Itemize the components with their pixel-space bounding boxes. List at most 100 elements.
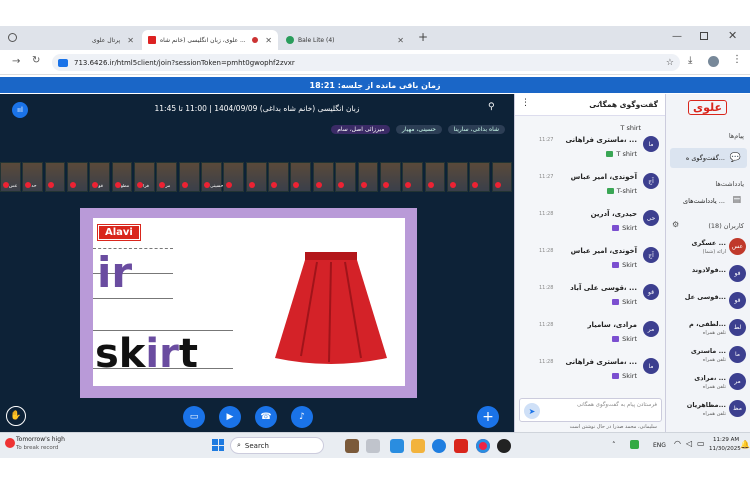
webcam-thumbnail[interactable] (379, 162, 401, 192)
webcam-strip: عس حد قو مطو فرا مر حسینی (0, 162, 514, 194)
webcam-thumbnail[interactable] (312, 162, 334, 192)
presenter-chip[interactable]: شاه بداغی، سارینا (447, 125, 505, 134)
windows-start-icon[interactable] (212, 439, 224, 451)
webcam-thumbnail[interactable] (357, 162, 379, 192)
send-icon[interactable]: ➤ (524, 403, 540, 419)
maximize-icon[interactable] (700, 32, 708, 40)
url-text: 713.6426.ir/html5client/join?sessionToke… (74, 58, 295, 67)
minimize-icon[interactable]: — (672, 31, 682, 42)
webcam-thumbnail[interactable]: مر (156, 162, 178, 192)
profile-avatar[interactable] (708, 56, 719, 67)
clock-date[interactable]: 11/30/2025 (709, 446, 741, 452)
webcam-thumbnail[interactable] (245, 162, 267, 192)
media-player-icon[interactable] (497, 439, 511, 453)
word-part-highlight: ir (145, 331, 179, 377)
user-list-item[interactable]: عس عسگری ... (شما) ارائه (670, 236, 748, 262)
phone-button[interactable]: ☎ (255, 406, 277, 428)
chat-avatar: مر (643, 321, 659, 337)
tab-portal[interactable]: پرتال علوی ✕ (22, 30, 140, 50)
chevron-left-icon[interactable]: ‹ (598, 98, 602, 108)
add-user-icon[interactable]: ⚲ (488, 102, 495, 112)
webcam-thumbnail[interactable] (44, 162, 66, 192)
mic-muted-icon (427, 182, 434, 188)
user-list-item[interactable]: فو فولادوند... (670, 263, 748, 289)
user-list-item[interactable]: ما ماستری ... تلفن همراه (670, 344, 748, 370)
chat-message: ما ماستری فراهانی، ... 11:27 T shirt (519, 134, 661, 168)
public-chat-item[interactable]: 💬 گفت‌وگوی ه... (670, 148, 747, 168)
emoji-icon (612, 225, 620, 231)
reload-icon[interactable]: ↻ (32, 55, 40, 66)
webcam-thumbnail[interactable] (223, 162, 245, 192)
app-copilot-icon[interactable] (390, 439, 404, 453)
close-icon[interactable]: ✕ (127, 36, 134, 45)
taskbar-search[interactable]: ⌕ Search (230, 437, 324, 454)
wifi-icon[interactable]: ◠ (674, 439, 681, 448)
new-tab-button[interactable]: + (418, 30, 428, 44)
forward-icon[interactable]: → (12, 56, 20, 67)
microphone-button[interactable]: ♪ (291, 406, 313, 428)
user-list-item[interactable]: لط لطفی، م... تلفن همراه (670, 317, 748, 343)
emoji-icon (612, 262, 620, 268)
language-indicator[interactable]: ENG (653, 442, 666, 449)
close-icon[interactable]: ✕ (397, 36, 404, 45)
webcam-thumbnail[interactable]: فرا (134, 162, 155, 192)
webcam-thumbnail[interactable]: مطو (111, 162, 133, 192)
emoji-icon (612, 336, 620, 342)
close-icon[interactable]: ✕ (265, 36, 272, 45)
webcam-thumbnail[interactable]: حد (22, 162, 44, 192)
close-window-icon[interactable]: ✕ (728, 29, 737, 42)
user-list-item[interactable]: قو قوسی عل... (670, 290, 748, 316)
download-icon[interactable]: ⤓ (688, 55, 692, 66)
webcam-thumbnail[interactable] (335, 162, 356, 192)
browser-menu-kebab-icon[interactable]: ⋮ (732, 54, 742, 65)
webcam-thumbnail[interactable] (290, 162, 312, 192)
app-photo-icon[interactable] (345, 439, 359, 453)
shared-notes-item[interactable]: ▤ یادداشت‌های ... (670, 192, 747, 210)
user-list-item[interactable]: مر مرادی، ... تلفن همراه (670, 371, 748, 397)
browser-menu-icon[interactable] (8, 33, 17, 42)
chat-time: 11:28 (539, 285, 554, 291)
app-red-icon[interactable] (454, 439, 468, 453)
gear-icon[interactable]: ⚙ (672, 220, 679, 229)
webcam-thumbnail[interactable] (469, 162, 490, 192)
chat-input-box[interactable]: ➤ فرستادن پیام به گفت‌وگوی همگانی (519, 398, 662, 422)
webcam-thumbnail[interactable] (178, 162, 200, 192)
raise-hand-icon[interactable]: ✋ (6, 406, 26, 426)
share-screen-button[interactable]: ▭ (183, 406, 205, 428)
bookmark-star-icon[interactable]: ☆ (666, 58, 674, 68)
edge-icon[interactable] (432, 439, 446, 453)
user-name: عسگری ... (691, 239, 726, 247)
clock-time[interactable]: 11:29 AM (713, 437, 739, 443)
user-list-item[interactable]: مظ مظاهریان... تلفن همراه (670, 398, 748, 424)
presenter-chip-active[interactable]: میرزائی اصل، سام (331, 125, 391, 134)
battery-icon[interactable]: ▭ (697, 439, 705, 448)
file-explorer-icon[interactable] (411, 439, 425, 453)
tray-app-icon[interactable] (630, 440, 639, 449)
webcam-thumbnail[interactable]: قو (89, 162, 111, 192)
webcam-thumbnail[interactable] (424, 162, 446, 192)
chevron-up-icon[interactable]: ˄ (612, 441, 616, 449)
webcam-thumbnail[interactable]: عس (0, 162, 21, 192)
chat-options-icon[interactable]: ⋮ (521, 98, 530, 108)
chat-message-body: Skirt (612, 335, 637, 343)
site-info-icon[interactable] (58, 58, 68, 67)
webcam-thumbnail[interactable] (402, 162, 423, 192)
webcam-thumbnail[interactable]: حسینی (201, 162, 223, 192)
app-settings-icon[interactable] (366, 439, 380, 453)
actions-plus-button[interactable]: + (477, 406, 499, 428)
presenter-chip[interactable]: حسینی، مهیار (395, 125, 443, 134)
weather-title[interactable]: Tomorrow's high (16, 436, 65, 443)
chrome-icon[interactable] (476, 439, 490, 453)
tab-bale[interactable]: Bale Lite (4) ✕ (280, 30, 410, 50)
tab-class[interactable]: علوی، زبان انگلیسی (خانم شاه ... ✕ (142, 30, 278, 50)
speaker-icon[interactable]: ◁ (686, 439, 692, 448)
url-field[interactable]: 713.6426.ir/html5client/join?sessionToke… (52, 54, 680, 71)
webcam-thumbnail[interactable] (446, 162, 468, 192)
camera-button[interactable]: ▶ (219, 406, 241, 428)
webcam-thumbnail[interactable] (67, 162, 88, 192)
notification-bell-icon[interactable]: 🔔 (740, 440, 750, 449)
webcam-thumbnail[interactable] (268, 162, 289, 192)
session-timer-banner: زمان باقی مانده از جلسه: 18:21 (0, 77, 750, 93)
webcam-thumbnail[interactable] (491, 162, 513, 192)
chat-input-placeholder: فرستادن پیام به گفت‌وگوی همگانی (577, 402, 657, 408)
